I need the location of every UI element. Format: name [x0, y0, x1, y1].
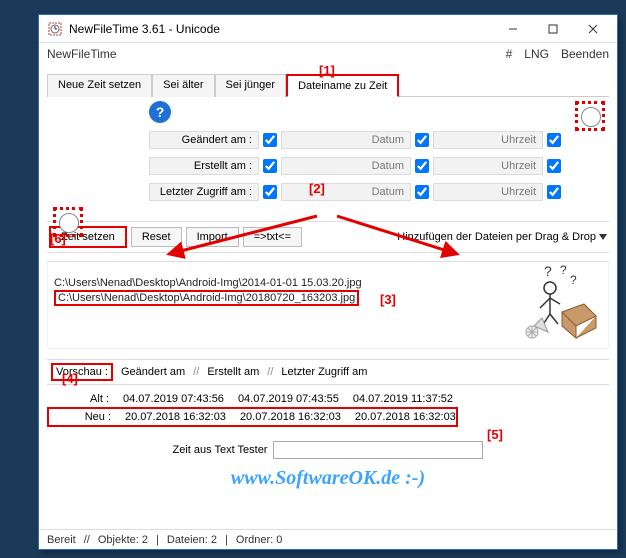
tab-dateiname-zu-zeit[interactable]: Dateiname zu Zeit — [286, 74, 399, 97]
preview-row-neu: Neu : 20.07.2018 16:32:03 20.07.2018 16:… — [47, 407, 458, 427]
field-accessed-time[interactable]: Uhrzeit — [433, 183, 543, 201]
preview-col-created: Erstellt am — [207, 366, 259, 378]
menu-lng[interactable]: LNG — [524, 47, 549, 61]
alt-label: Alt : — [75, 393, 109, 405]
checkbox-created-enable[interactable] — [263, 159, 277, 173]
status-bar: Bereit // Objekte: 2 | Dateien: 2 | Ordn… — [39, 529, 617, 549]
minimize-button[interactable] — [493, 15, 533, 43]
checkbox-accessed-date[interactable] — [415, 185, 429, 199]
tab-sei-juenger[interactable]: Sei jünger — [215, 74, 287, 97]
field-modified-time[interactable]: Uhrzeit — [433, 131, 543, 149]
watermark: www.SoftwareOK.de :-) — [47, 467, 609, 490]
status-objects: Objekte: 2 — [98, 534, 148, 546]
svg-text:?: ? — [560, 264, 567, 277]
menu-exit[interactable]: Beenden — [561, 47, 609, 61]
row-created: Erstellt am : Datum Uhrzeit — [149, 153, 603, 179]
status-ready: Bereit — [47, 534, 76, 546]
tab-bar: Neue Zeit setzen Sei älter Sei jünger Da… — [47, 73, 609, 97]
preview-header: Vorschau : Geändert am // Erstellt am //… — [47, 359, 609, 384]
tab-sei-aelter[interactable]: Sei älter — [152, 74, 214, 97]
field-created-time[interactable]: Uhrzeit — [433, 157, 543, 175]
clock-icon-left[interactable] — [53, 207, 83, 240]
dragdrop-label: Hinzufügen der Dateien per Drag & Drop — [397, 231, 596, 243]
svg-text:?: ? — [570, 273, 577, 287]
import-button[interactable]: Import — [186, 227, 239, 247]
label-created: Erstellt am : — [149, 157, 259, 175]
txt-button[interactable]: =>txt<= — [243, 227, 302, 247]
maximize-button[interactable] — [533, 15, 573, 43]
field-accessed-date[interactable]: Datum — [281, 183, 411, 201]
app-icon — [47, 21, 63, 37]
titlebar: NewFileTime 3.61 - Unicode — [39, 15, 617, 43]
field-created-date[interactable]: Datum — [281, 157, 411, 175]
status-files: Dateien: 2 — [167, 534, 217, 546]
clock-icon-right[interactable] — [575, 101, 605, 134]
tester-label: Zeit aus Text Tester — [173, 444, 268, 456]
file-list[interactable]: C:\Users\Nenad\Desktop\Android-Img\2014-… — [47, 261, 609, 349]
preview-block: Vorschau : Geändert am // Erstellt am //… — [47, 359, 609, 427]
row-modified: Geändert am : Datum Uhrzeit — [149, 127, 603, 153]
row-accessed: Letzter Zugriff am : Datum Uhrzeit — [149, 179, 603, 205]
help-icon[interactable]: ? — [149, 101, 171, 123]
dragdrop-hint[interactable]: Hinzufügen der Dateien per Drag & Drop — [397, 231, 607, 243]
field-modified-date[interactable]: Datum — [281, 131, 411, 149]
chevron-down-icon — [599, 234, 607, 240]
tab-neue-zeit[interactable]: Neue Zeit setzen — [47, 74, 152, 97]
tester-input[interactable] — [273, 441, 483, 459]
checkbox-modified-time[interactable] — [547, 133, 561, 147]
preview-col-accessed: Letzter Zugriff am — [281, 366, 367, 378]
menu-appname[interactable]: NewFileTime — [47, 47, 117, 61]
reset-button[interactable]: Reset — [131, 227, 182, 247]
content-area: [1] Neue Zeit setzen Sei älter Sei jünge… — [39, 65, 617, 494]
checkbox-created-date[interactable] — [415, 159, 429, 173]
label-accessed: Letzter Zugriff am : — [149, 183, 259, 201]
app-window: NewFileTime 3.61 - Unicode NewFileTime #… — [38, 14, 618, 550]
text-tester: Zeit aus Text Tester — [47, 441, 609, 459]
svg-text:?: ? — [544, 264, 552, 279]
status-folders: Ordner: 0 — [236, 534, 282, 546]
confused-box-illustration: ??? — [512, 264, 602, 342]
callout-5: [5] — [487, 427, 503, 442]
preview-col-modified: Geändert am — [121, 366, 185, 378]
label-modified: Geändert am : — [149, 131, 259, 149]
preview-label: Vorschau : — [51, 363, 113, 381]
menu-hash[interactable]: # — [506, 47, 513, 61]
menubar: NewFileTime # LNG Beenden — [39, 43, 617, 65]
checkbox-accessed-enable[interactable] — [263, 185, 277, 199]
checkbox-accessed-time[interactable] — [547, 185, 561, 199]
checkbox-modified-date[interactable] — [415, 133, 429, 147]
date-block: ? Geändert am : Datum Uhrzeit Erstellt a… — [47, 103, 609, 211]
checkbox-created-time[interactable] — [547, 159, 561, 173]
preview-row-alt: Alt : 04.07.2019 07:43:56 04.07.2019 07:… — [47, 391, 609, 407]
checkbox-modified-enable[interactable] — [263, 133, 277, 147]
close-button[interactable] — [573, 15, 613, 43]
action-bar: Zeit setzen Reset Import =>txt<= Hinzufü… — [47, 221, 609, 253]
neu-label: Neu : — [77, 411, 111, 423]
list-item[interactable]: C:\Users\Nenad\Desktop\Android-Img\20180… — [54, 290, 359, 306]
callout-3: [3] — [380, 292, 396, 307]
window-title: NewFileTime 3.61 - Unicode — [69, 22, 493, 36]
